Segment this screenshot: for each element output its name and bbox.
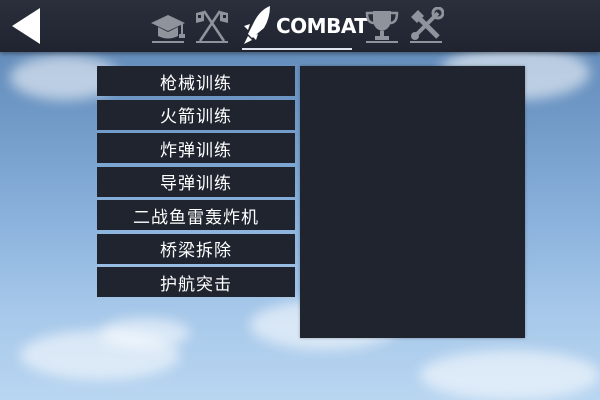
mission-item[interactable]: 火箭训练 xyxy=(97,99,295,130)
cloud xyxy=(420,350,600,400)
mission-detail-panel xyxy=(300,66,525,338)
mission-item[interactable]: 炸弹训练 xyxy=(97,133,295,163)
tab-race[interactable] xyxy=(194,7,230,45)
mission-item[interactable]: 二战鱼雷轰炸机 xyxy=(97,200,295,230)
mission-item[interactable]: 桥梁拆除 xyxy=(97,233,295,264)
crossed-flags-icon xyxy=(196,10,228,43)
rocket-icon xyxy=(244,6,270,44)
tab-combat-label: COMBAT xyxy=(276,14,368,38)
tab-achievements[interactable] xyxy=(364,7,400,45)
mission-list: 枪械训练 火箭训练 炸弹训练 导弹训练 二战鱼雷轰炸机 桥梁拆除 护航突击 xyxy=(97,66,295,301)
tools-icon xyxy=(410,6,445,43)
cloud xyxy=(100,318,190,348)
graduation-cap-icon xyxy=(151,15,185,43)
tab-combat[interactable]: COMBAT xyxy=(242,4,368,50)
trophy-icon xyxy=(365,11,399,43)
mission-item[interactable]: 枪械训练 xyxy=(97,66,295,96)
mission-item[interactable]: 护航突击 xyxy=(97,267,295,297)
mission-item[interactable]: 导弹训练 xyxy=(97,166,295,197)
top-nav-bar: COMBAT xyxy=(0,0,600,52)
active-tab-indicator xyxy=(242,48,352,50)
back-button[interactable] xyxy=(8,6,46,46)
tab-training[interactable] xyxy=(150,7,186,45)
back-arrow-icon xyxy=(12,8,40,44)
tab-settings[interactable] xyxy=(408,6,445,45)
